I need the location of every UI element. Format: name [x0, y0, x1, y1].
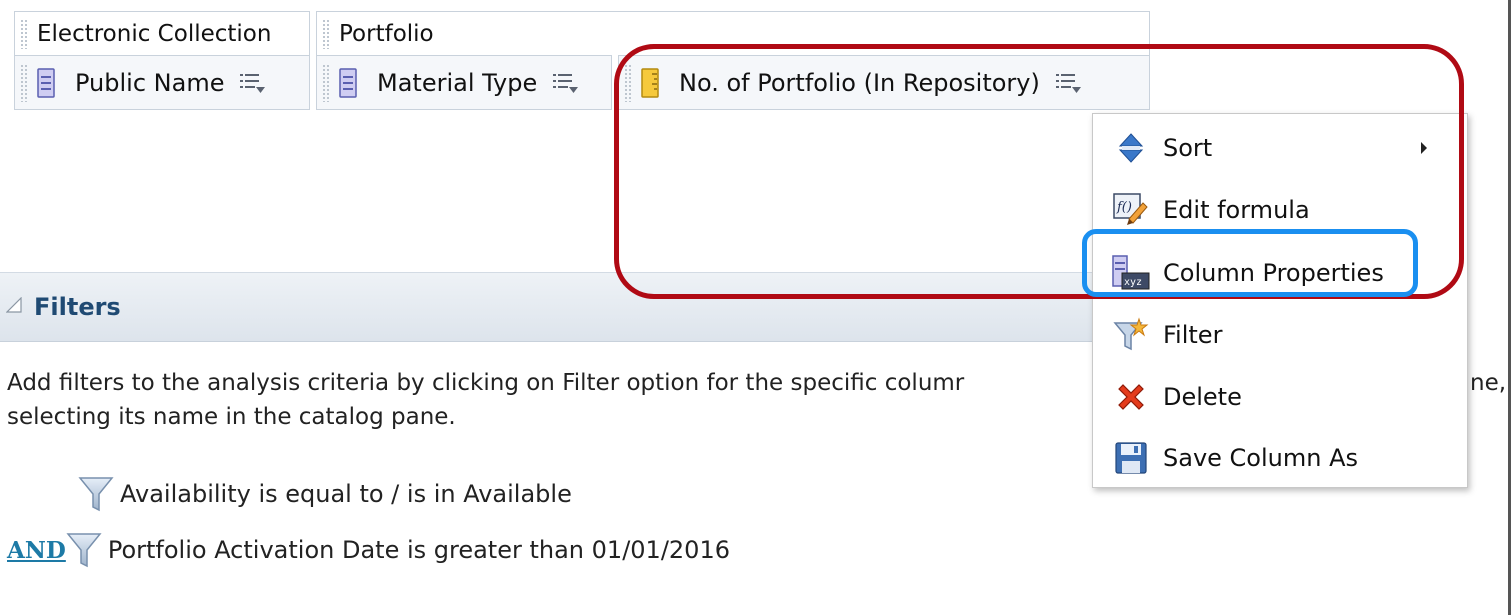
folder-header-electronic-collection: Electronic Collection: [14, 11, 310, 55]
drag-grip[interactable]: [322, 18, 329, 49]
help-line-1: Add filters to the analysis criteria by …: [7, 370, 965, 396]
column-menu-icon[interactable]: [1055, 68, 1086, 98]
svg-text:f(): f(): [1116, 200, 1132, 215]
column-header-public-name[interactable]: Public Name: [14, 55, 310, 110]
menu-item-filter[interactable]: Filter: [1093, 309, 1467, 361]
attribute-column-icon: [37, 67, 57, 99]
drag-grip[interactable]: [20, 63, 27, 102]
column-menu-icon[interactable]: [553, 68, 583, 98]
menu-item-column-properties[interactable]: xyz Column Properties: [1093, 247, 1467, 299]
edit-formula-icon: f(): [1111, 190, 1151, 230]
funnel-icon: [78, 477, 114, 512]
column-header-no-of-portfolio[interactable]: No. of Portfolio (In Repository): [618, 55, 1150, 110]
menu-item-delete[interactable]: Delete: [1093, 371, 1467, 423]
menu-item-label: Delete: [1163, 383, 1242, 411]
menu-item-sort[interactable]: Sort: [1093, 122, 1467, 174]
menu-item-label: Save Column As: [1163, 444, 1358, 472]
help-line-2: selecting its name in the catalog pane.: [7, 404, 456, 430]
menu-item-label: Filter: [1163, 321, 1223, 349]
filters-section-header[interactable]: Filters: [0, 272, 1092, 342]
filter-row[interactable]: AND Portfolio Activation Date is greater…: [7, 530, 730, 570]
menu-item-label: Edit formula: [1163, 196, 1310, 224]
column-menu-icon[interactable]: [240, 68, 270, 98]
menu-item-label: Sort: [1163, 134, 1213, 162]
column-label: Public Name: [75, 68, 225, 97]
folder-header-portfolio: Portfolio: [316, 11, 1150, 55]
filter-row[interactable]: Availability is equal to / is in Availab…: [78, 474, 572, 514]
drag-grip[interactable]: [322, 63, 329, 102]
drag-grip[interactable]: [20, 18, 27, 49]
menu-item-label: Column Properties: [1163, 259, 1384, 287]
column-label: Material Type: [377, 68, 538, 97]
folder-label: Electronic Collection: [37, 20, 272, 47]
help-line-1-tail: ne,: [1470, 370, 1507, 396]
menu-item-save-column-as[interactable]: Save Column As: [1093, 432, 1467, 484]
filters-title: Filters: [34, 293, 121, 321]
collapse-triangle-icon[interactable]: [5, 296, 22, 317]
filters-help-text: Add filters to the analysis criteria by …: [7, 366, 1097, 434]
drag-grip[interactable]: [624, 63, 631, 102]
funnel-icon: [66, 533, 102, 568]
svg-text:xyz: xyz: [1124, 277, 1142, 288]
column-context-menu: Sort f() Edit formula xyz Column Propert…: [1092, 113, 1468, 488]
measure-column-icon: [641, 67, 661, 99]
column-label: No. of Portfolio (In Repository): [679, 68, 1040, 97]
column-header-material-type[interactable]: Material Type: [316, 55, 612, 110]
attribute-column-icon: [339, 67, 359, 99]
menu-item-edit-formula[interactable]: f() Edit formula: [1093, 184, 1467, 236]
filter-text: Availability is equal to / is in Availab…: [120, 480, 572, 508]
column-properties-icon: xyz: [1111, 253, 1151, 293]
filter-text: Portfolio Activation Date is greater tha…: [107, 536, 730, 564]
delete-icon: [1111, 377, 1151, 417]
submenu-arrow-icon: [1421, 142, 1427, 154]
save-icon: [1111, 438, 1151, 478]
and-operator-link[interactable]: AND: [7, 537, 66, 564]
folder-label: Portfolio: [339, 20, 434, 47]
sort-icon: [1111, 128, 1151, 168]
filter-icon: [1111, 315, 1151, 355]
